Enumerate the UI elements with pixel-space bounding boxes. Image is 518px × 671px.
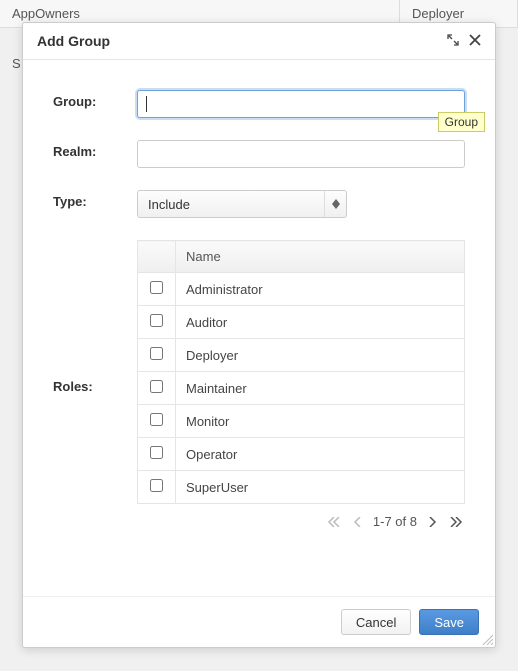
pager-first-icon[interactable] (325, 515, 343, 529)
add-group-modal: Add Group Group: Group Realm: (22, 22, 496, 648)
role-name-cell: Administrator (176, 273, 465, 306)
table-row: SuperUser (138, 471, 465, 504)
role-checkbox[interactable] (150, 446, 163, 459)
type-select[interactable]: Include (137, 190, 347, 218)
role-checkbox-cell (138, 438, 176, 471)
role-checkbox-cell (138, 405, 176, 438)
close-icon[interactable] (469, 34, 481, 49)
table-row: Administrator (138, 273, 465, 306)
cancel-button[interactable]: Cancel (341, 609, 411, 635)
roles-table: Name AdministratorAuditorDeployerMaintai… (137, 240, 465, 504)
modal-window-controls (447, 34, 481, 49)
role-name-cell: SuperUser (176, 471, 465, 504)
roles-header-checkbox-col (138, 241, 176, 273)
modal-body: Group: Group Realm: Type: Include (23, 60, 495, 596)
expand-icon[interactable] (447, 34, 459, 49)
label-realm: Realm: (53, 140, 137, 159)
table-row: Monitor (138, 405, 465, 438)
table-row: Operator (138, 438, 465, 471)
text-caret (146, 96, 147, 112)
modal-title: Add Group (37, 33, 110, 49)
role-checkbox[interactable] (150, 347, 163, 360)
role-checkbox-cell (138, 339, 176, 372)
field-group: Group (137, 90, 465, 118)
resize-handle-icon[interactable] (481, 633, 493, 645)
form-row-group: Group: Group (53, 90, 465, 118)
save-button[interactable]: Save (419, 609, 479, 635)
role-checkbox[interactable] (150, 380, 163, 393)
role-name-cell: Monitor (176, 405, 465, 438)
role-name-cell: Maintainer (176, 372, 465, 405)
role-checkbox[interactable] (150, 479, 163, 492)
table-row: Auditor (138, 306, 465, 339)
pager-next-icon[interactable] (425, 515, 439, 529)
roles-header-name: Name (176, 241, 465, 273)
form-row-roles: Roles: Name AdministratorAuditorDeployer… (53, 240, 465, 529)
roles-pager: 1-7 of 8 (137, 514, 465, 529)
label-roles: Roles: (53, 375, 137, 394)
role-checkbox[interactable] (150, 281, 163, 294)
modal-header: Add Group (23, 23, 495, 60)
table-row: Maintainer (138, 372, 465, 405)
form-row-type: Type: Include (53, 190, 465, 218)
field-realm (137, 140, 465, 168)
role-name-cell: Operator (176, 438, 465, 471)
table-row: Deployer (138, 339, 465, 372)
role-checkbox[interactable] (150, 314, 163, 327)
role-name-cell: Auditor (176, 306, 465, 339)
role-checkbox-cell (138, 306, 176, 339)
role-checkbox[interactable] (150, 413, 163, 426)
role-name-cell: Deployer (176, 339, 465, 372)
role-checkbox-cell (138, 372, 176, 405)
pager-last-icon[interactable] (447, 515, 465, 529)
form-row-realm: Realm: (53, 140, 465, 168)
field-type: Include (137, 190, 465, 218)
role-checkbox-cell (138, 471, 176, 504)
pager-prev-icon[interactable] (351, 515, 365, 529)
label-type: Type: (53, 190, 137, 209)
role-checkbox-cell (138, 273, 176, 306)
field-roles: Name AdministratorAuditorDeployerMaintai… (137, 240, 465, 529)
label-group: Group: (53, 90, 137, 109)
pager-status: 1-7 of 8 (373, 514, 417, 529)
group-tooltip: Group (438, 112, 485, 132)
realm-input[interactable] (137, 140, 465, 168)
modal-footer: Cancel Save (23, 596, 495, 647)
group-input[interactable] (137, 90, 465, 118)
